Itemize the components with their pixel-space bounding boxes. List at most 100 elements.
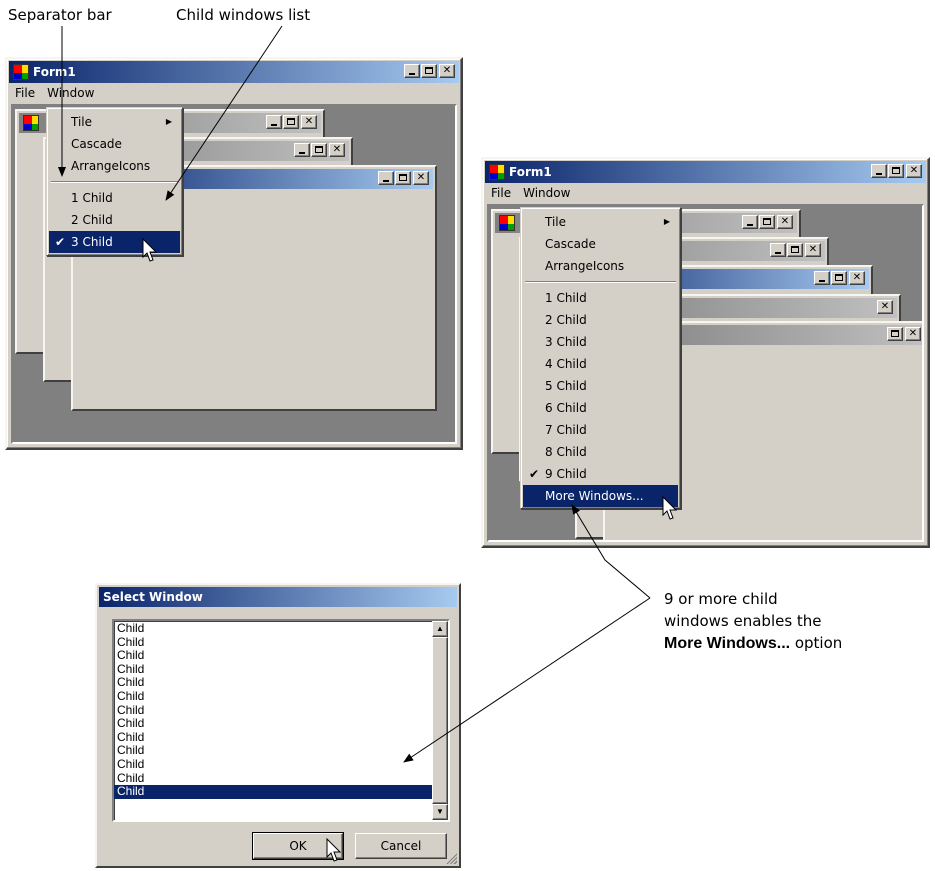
dialog-titlebar[interactable]: Select Window	[99, 587, 457, 607]
minimize-button[interactable]	[266, 115, 282, 129]
close-icon: ✕	[852, 272, 862, 283]
more-windows-callout-line1: 9 or more child	[664, 590, 778, 608]
menu-item-child-3[interactable]: 3 Child	[523, 331, 678, 353]
close-icon: ✕	[416, 172, 426, 183]
maximize-icon	[791, 246, 799, 253]
close-button[interactable]: ✕	[329, 143, 345, 157]
minimize-button[interactable]	[404, 64, 420, 78]
list-item[interactable]: Child	[114, 676, 432, 690]
menu-item-child-5[interactable]: 5 Child	[523, 375, 678, 397]
close-button[interactable]: ✕	[905, 327, 921, 341]
menu-item-child-1[interactable]: 1 Child	[49, 187, 180, 209]
maximize-button[interactable]	[887, 327, 903, 341]
close-icon: ✕	[808, 244, 818, 255]
window-menu-dropdown: Tile ▶ Cascade ArrangeIcons 1 Child 2 Chi…	[46, 107, 183, 256]
menu-window[interactable]: Window	[517, 184, 576, 200]
minimize-icon	[409, 73, 415, 75]
minimize-button[interactable]	[378, 171, 394, 185]
menu-item-arrangeicons[interactable]: ArrangeIcons	[523, 255, 678, 277]
minimize-icon	[299, 152, 305, 154]
menu-file[interactable]: File	[485, 184, 517, 200]
close-button[interactable]: ✕	[906, 164, 922, 178]
minimize-button[interactable]	[871, 164, 887, 178]
minimize-button[interactable]	[294, 143, 310, 157]
close-button[interactable]: ✕	[413, 171, 429, 185]
list-item[interactable]: Child	[114, 730, 432, 745]
menu-file[interactable]: File	[9, 84, 41, 100]
menu-separator	[525, 281, 676, 283]
maximize-button[interactable]	[311, 143, 327, 157]
menubar: File Window	[485, 184, 926, 202]
more-windows-callout-bold: More Windows...	[664, 635, 791, 652]
menu-window[interactable]: Window	[41, 84, 100, 100]
menu-item-tile[interactable]: Tile ▶	[49, 111, 180, 133]
resize-grip-icon[interactable]	[445, 852, 457, 864]
menu-item-child-8[interactable]: 8 Child	[523, 441, 678, 463]
form1-right-titlebar[interactable]: Form1 ✕	[485, 161, 926, 183]
maximize-icon	[835, 274, 843, 281]
list-item[interactable]: Child	[114, 757, 432, 772]
list-item[interactable]: Child	[114, 649, 432, 663]
list-item[interactable]: Child	[114, 717, 432, 731]
vertical-scrollbar[interactable]: ▲ ▼	[432, 621, 448, 820]
minimize-button[interactable]	[814, 271, 830, 285]
maximize-button[interactable]	[888, 164, 904, 178]
scroll-thumb[interactable]	[432, 637, 448, 804]
maximize-button[interactable]	[395, 171, 411, 185]
close-button[interactable]: ✕	[301, 115, 317, 129]
close-button[interactable]: ✕	[439, 64, 455, 78]
maximize-button[interactable]	[787, 243, 803, 257]
menu-item-child-3[interactable]: ✔ 3 Child	[49, 231, 180, 253]
close-button[interactable]: ✕	[877, 300, 893, 314]
minimize-button[interactable]	[770, 243, 786, 257]
list-item[interactable]: Child	[114, 771, 432, 786]
close-button[interactable]: ✕	[777, 215, 793, 229]
menu-item-child-1[interactable]: 1 Child	[523, 287, 678, 309]
list-item[interactable]: Child	[114, 635, 432, 650]
checkmark-icon: ✔	[529, 467, 540, 481]
scroll-down-button[interactable]: ▼	[432, 804, 448, 820]
menu-item-label: 3 Child	[71, 235, 113, 249]
menu-item-arrangeicons[interactable]: ArrangeIcons	[49, 155, 180, 177]
close-icon: ✕	[880, 301, 890, 312]
maximize-button[interactable]	[283, 115, 299, 129]
maximize-button[interactable]	[421, 64, 437, 78]
menu-item-cascade[interactable]: Cascade	[49, 133, 180, 155]
list-item[interactable]: Child	[114, 744, 432, 758]
child-windows-listbox[interactable]: Child Child Child Child Child Child Child Child…	[112, 619, 450, 822]
menu-item-label: 9 Child	[545, 467, 587, 481]
menu-item-child-2[interactable]: 2 Child	[49, 209, 180, 231]
maximize-button[interactable]	[759, 215, 775, 229]
mouse-cursor-icon	[662, 496, 678, 520]
menu-item-child-9[interactable]: ✔ 9 Child	[523, 463, 678, 485]
list-item[interactable]: Child	[114, 689, 432, 704]
menu-item-label: Tile	[545, 215, 567, 229]
submenu-arrow-icon: ▶	[663, 217, 670, 226]
window-title: Form1	[33, 65, 76, 79]
close-button[interactable]: ✕	[849, 271, 865, 285]
list-item[interactable]: Child	[114, 662, 432, 677]
form1-left-titlebar[interactable]: Form1 ✕	[9, 61, 459, 83]
scroll-up-button[interactable]: ▲	[432, 621, 448, 637]
maximize-icon	[315, 146, 323, 153]
maximize-button[interactable]	[831, 271, 847, 285]
menu-item-tile[interactable]: Tile ▶	[523, 211, 678, 233]
cancel-button[interactable]: Cancel	[355, 833, 447, 859]
menu-item-more-windows[interactable]: More Windows...	[523, 485, 678, 507]
list-item[interactable]: Child	[114, 703, 432, 718]
scroll-up-icon: ▲	[436, 624, 444, 633]
menu-item-cascade[interactable]: Cascade	[523, 233, 678, 255]
minimize-button[interactable]	[742, 215, 758, 229]
menu-item-child-7[interactable]: 7 Child	[523, 419, 678, 441]
menu-item-child-2[interactable]: 2 Child	[523, 309, 678, 331]
list-item[interactable]: Child	[114, 621, 432, 636]
close-icon: ✕	[780, 216, 790, 227]
list-item[interactable]: Child	[114, 785, 432, 799]
child-windows-list-callout: Child windows list	[176, 6, 311, 24]
app-icon	[499, 215, 515, 231]
close-button[interactable]: ✕	[805, 243, 821, 257]
submenu-arrow-icon: ▶	[165, 117, 172, 126]
menu-item-child-4[interactable]: 4 Child	[523, 353, 678, 375]
menu-item-child-6[interactable]: 6 Child	[523, 397, 678, 419]
minimize-icon	[383, 180, 389, 182]
